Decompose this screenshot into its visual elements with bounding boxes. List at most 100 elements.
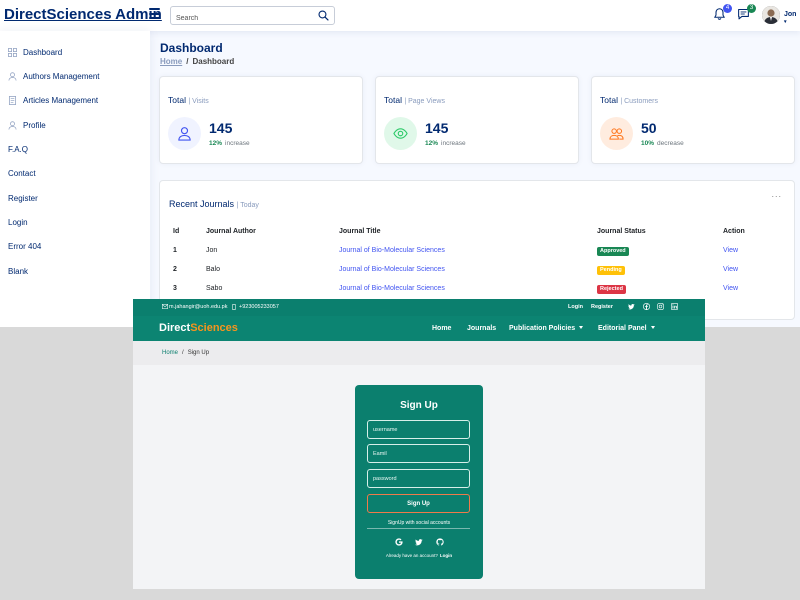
search-input[interactable]	[171, 11, 311, 26]
twitter-icon[interactable]	[628, 303, 635, 310]
person-icon	[178, 127, 191, 141]
person-icon	[8, 120, 17, 130]
menu-toggle-icon[interactable]	[149, 8, 160, 19]
nav-editorial-panel-dropdown[interactable]: Editorial Panel	[598, 325, 655, 332]
site-topbar: m.jahangir@uoh.edu.pk +923005233057 Logi…	[133, 299, 705, 316]
sidebar-item-label: Authors Management	[23, 71, 100, 81]
card-icon-circle	[600, 117, 633, 150]
grid-icon	[8, 47, 17, 57]
view-link[interactable]: View	[723, 266, 738, 273]
notifications-button[interactable]: 4	[713, 4, 732, 23]
sidebar-item-profile[interactable]: Profile	[8, 118, 46, 132]
already-have-account: Already have an account? Login	[385, 553, 453, 558]
row-id: 3	[173, 285, 177, 292]
signup-button[interactable]: Sign Up	[367, 494, 470, 513]
view-link[interactable]: View	[723, 285, 738, 292]
card-icon-circle	[168, 117, 201, 150]
messages-button[interactable]: 3	[737, 4, 756, 23]
twitter-icon[interactable]	[415, 538, 423, 546]
site-breadcrumb: Home / Sign Up	[162, 350, 209, 356]
card-title: Total | Customers	[600, 95, 658, 105]
facebook-icon[interactable]	[643, 303, 650, 310]
social-signup-label: SignUp with social accounts	[387, 520, 451, 526]
contact-phone: +923005233057	[239, 304, 279, 310]
login-link[interactable]: Login	[440, 553, 452, 558]
profile-name[interactable]: Jon ▾	[784, 11, 800, 25]
search-bar	[170, 6, 335, 26]
row-author: Balo	[206, 266, 221, 273]
password-field[interactable]	[367, 469, 470, 488]
row-title-link[interactable]: Journal of Bio-Molecular Sciences	[339, 285, 445, 292]
card-value: 145	[209, 120, 233, 136]
card-title: Total | Visits	[168, 95, 209, 105]
card-change: 12% increase	[209, 140, 250, 147]
sidebar-item-error-404[interactable]: Error 404	[8, 239, 41, 253]
row-title-link[interactable]: Journal of Bio-Molecular Sciences	[339, 247, 445, 254]
status-badge: Approved	[597, 247, 629, 256]
signup-form: Sign Up Sign Up SignUp with social accou…	[355, 385, 483, 579]
sidebar-item-contact[interactable]: Contact	[8, 166, 36, 180]
sidebar-item-label: Profile	[23, 120, 46, 130]
linkedin-icon[interactable]	[671, 303, 678, 310]
sidebar-item-label: Articles Management	[23, 95, 99, 105]
caret-down-icon	[650, 326, 655, 329]
avatar[interactable]	[762, 6, 780, 24]
caret-down-icon	[579, 326, 584, 329]
card-value: 145	[425, 120, 449, 136]
row-title-link[interactable]: Journal of Bio-Molecular Sciences	[339, 266, 445, 273]
column-header-status: Journal Status	[597, 228, 646, 235]
nav-journals-link[interactable]: Journals	[467, 325, 496, 332]
row-author: Jon	[206, 247, 218, 254]
top-register-link[interactable]: Register	[591, 304, 613, 310]
brand-logo-link[interactable]: DirectSciences Admin	[4, 6, 162, 23]
document-icon	[8, 95, 17, 105]
column-header-author: Journal Author	[206, 228, 256, 235]
breadcrumb-separator: /	[182, 350, 184, 356]
site-logo[interactable]: DirectSciences	[159, 322, 238, 334]
envelope-icon	[162, 304, 168, 309]
instagram-icon[interactable]	[657, 303, 664, 310]
search-icon[interactable]	[318, 10, 329, 21]
site-navbar: DirectSciences Home Journals Publication…	[133, 316, 705, 341]
sidebar-item-authors-management[interactable]: Authors Management	[8, 69, 100, 83]
status-badge: Rejected	[597, 285, 626, 294]
breadcrumb-current: Dashboard	[192, 57, 235, 66]
sidebar-item-blank[interactable]: Blank	[8, 264, 28, 278]
status-badge: Pending	[597, 266, 625, 275]
visits-card: Total | Visits 145 12% increase	[159, 76, 363, 164]
eye-icon	[393, 128, 408, 139]
site-breadcrumb-home-link[interactable]: Home	[162, 350, 178, 356]
column-header-id: Id	[173, 228, 180, 235]
page-title: Dashboard	[160, 41, 223, 55]
sidebar-item-register[interactable]: Register	[8, 191, 38, 205]
card-change: 10% decrease	[641, 140, 684, 147]
card-title: Total | Page Views	[384, 95, 445, 105]
nav-publication-policies-dropdown[interactable]: Publication Policies	[509, 325, 584, 332]
google-icon[interactable]	[395, 538, 403, 546]
more-options-icon[interactable]: ...	[771, 189, 782, 199]
signup-site-page: m.jahangir@uoh.edu.pk +923005233057 Logi…	[133, 299, 705, 589]
sidebar: Dashboard Authors Management Articles Ma…	[0, 31, 150, 327]
contact-email: m.jahangir@uoh.edu.pk	[169, 304, 228, 310]
breadcrumb-home-link[interactable]: Home	[160, 57, 182, 66]
sidebar-item-articles-management[interactable]: Articles Management	[8, 93, 98, 107]
sidebar-item-label: Contact	[8, 168, 36, 178]
nav-home-link[interactable]: Home	[432, 325, 451, 332]
card-change: 12% increase	[425, 140, 466, 147]
notifications-count-badge: 4	[723, 4, 732, 13]
sidebar-item-dashboard[interactable]: Dashboard	[8, 45, 62, 59]
column-header-action: Action	[723, 228, 745, 235]
email-field[interactable]	[367, 444, 470, 463]
view-link[interactable]: View	[723, 247, 738, 254]
sidebar-item-faq[interactable]: F.A.Q	[8, 142, 28, 156]
customers-card: Total | Customers 50 10% decrease	[591, 76, 795, 164]
github-icon[interactable]	[436, 538, 444, 546]
sidebar-item-login[interactable]: Login	[8, 215, 28, 229]
divider	[367, 528, 470, 529]
username-field[interactable]	[367, 420, 470, 439]
person-icon	[8, 71, 17, 81]
row-id: 2	[173, 266, 177, 273]
site-breadcrumb-current: Sign Up	[187, 350, 210, 356]
sidebar-item-label: Error 404	[8, 241, 42, 251]
top-login-link[interactable]: Login	[568, 304, 583, 310]
